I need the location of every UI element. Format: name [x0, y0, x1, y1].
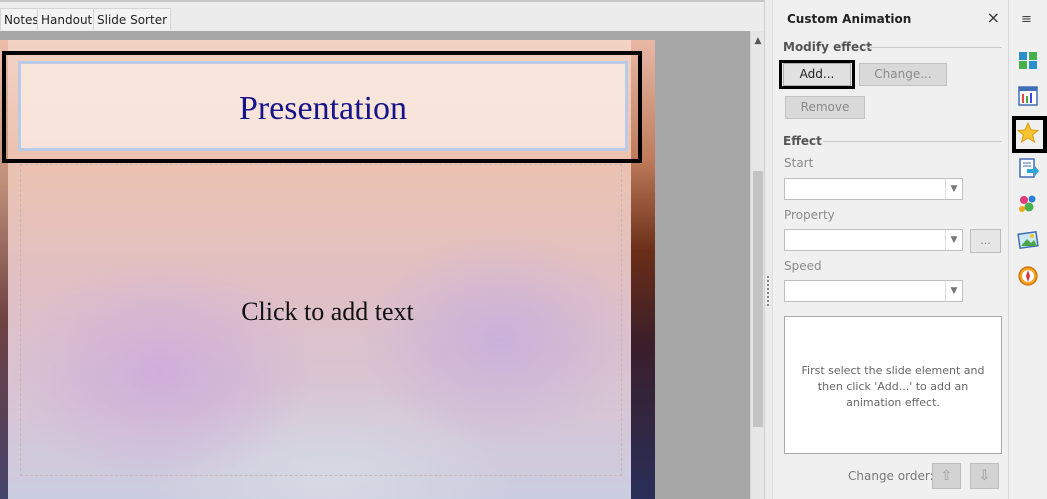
custom-animation-icon[interactable]: [1016, 121, 1040, 145]
add-button[interactable]: Add...: [783, 63, 851, 86]
change-button-label: Change...: [874, 67, 932, 81]
speed-label: Speed: [784, 259, 822, 273]
tab-handout[interactable]: Handout: [37, 8, 97, 30]
deck-sidebar: ≡: [1008, 0, 1047, 499]
chevron-down-icon[interactable]: ▼: [945, 179, 962, 199]
panel-title: Custom Animation: [787, 12, 912, 26]
chevron-down-icon[interactable]: ▼: [945, 230, 962, 250]
vertical-scrollbar[interactable]: ▲: [750, 31, 764, 499]
speed-dropdown[interactable]: ▼: [784, 280, 963, 302]
close-icon[interactable]: ×: [987, 8, 1000, 27]
empty-list-hint: First select the slide element and then …: [801, 364, 985, 409]
modify-effect-label: Modify effect: [783, 40, 872, 54]
animation-effects-list[interactable]: First select the slide element and then …: [784, 316, 1002, 454]
view-tabbar: Notes Handout Slide Sorter: [0, 0, 764, 31]
title-placeholder[interactable]: Presentation: [18, 61, 628, 151]
title-placeholder-selected[interactable]: Presentation: [2, 51, 642, 163]
effect-label: Effect: [783, 134, 822, 148]
arrow-down-icon: ⇩: [978, 468, 991, 484]
property-label: Property: [784, 208, 835, 222]
modify-effect-divider: [866, 47, 1002, 48]
property-options-button[interactable]: ...: [970, 229, 1001, 253]
change-order-label: Change order:: [848, 469, 934, 483]
move-down-button[interactable]: ⇩: [970, 463, 999, 489]
remove-button[interactable]: Remove: [785, 96, 865, 119]
change-button[interactable]: Change...: [859, 63, 947, 86]
slide-workspace: Presentation Click to add text: [0, 31, 750, 499]
chevron-down-icon[interactable]: ▼: [945, 281, 962, 301]
pane-splitter[interactable]: [764, 0, 772, 499]
arrow-up-icon: ⇧: [940, 468, 953, 484]
custom-animation-panel: Custom Animation × Modify effect Add... …: [772, 0, 1008, 499]
remove-button-label: Remove: [800, 100, 850, 114]
start-label: Start: [784, 156, 814, 170]
add-button-label: Add...: [799, 67, 835, 81]
sidebar-menu-icon[interactable]: ≡: [1021, 12, 1032, 27]
styles-icon[interactable]: [1016, 193, 1040, 217]
tab-slide-sorter[interactable]: Slide Sorter: [93, 8, 172, 30]
master-slides-icon[interactable]: [1016, 85, 1040, 109]
slide-canvas[interactable]: Presentation Click to add text: [0, 40, 655, 499]
effect-divider: [823, 141, 1002, 142]
slide-title[interactable]: Presentation: [21, 90, 625, 128]
move-up-button[interactable]: ⇧: [932, 463, 961, 489]
start-dropdown[interactable]: ▼: [784, 178, 963, 200]
property-dropdown[interactable]: ▼: [784, 229, 963, 251]
gallery-icon[interactable]: [1016, 229, 1040, 253]
navigator-icon[interactable]: [1016, 265, 1040, 289]
scrollbar-thumb[interactable]: [753, 171, 763, 427]
content-placeholder-text[interactable]: Click to add text: [0, 297, 655, 327]
scroll-up-arrow-icon[interactable]: ▲: [752, 35, 764, 47]
slide-layout-icon[interactable]: [1016, 49, 1040, 73]
slide-transition-icon[interactable]: [1016, 157, 1040, 181]
